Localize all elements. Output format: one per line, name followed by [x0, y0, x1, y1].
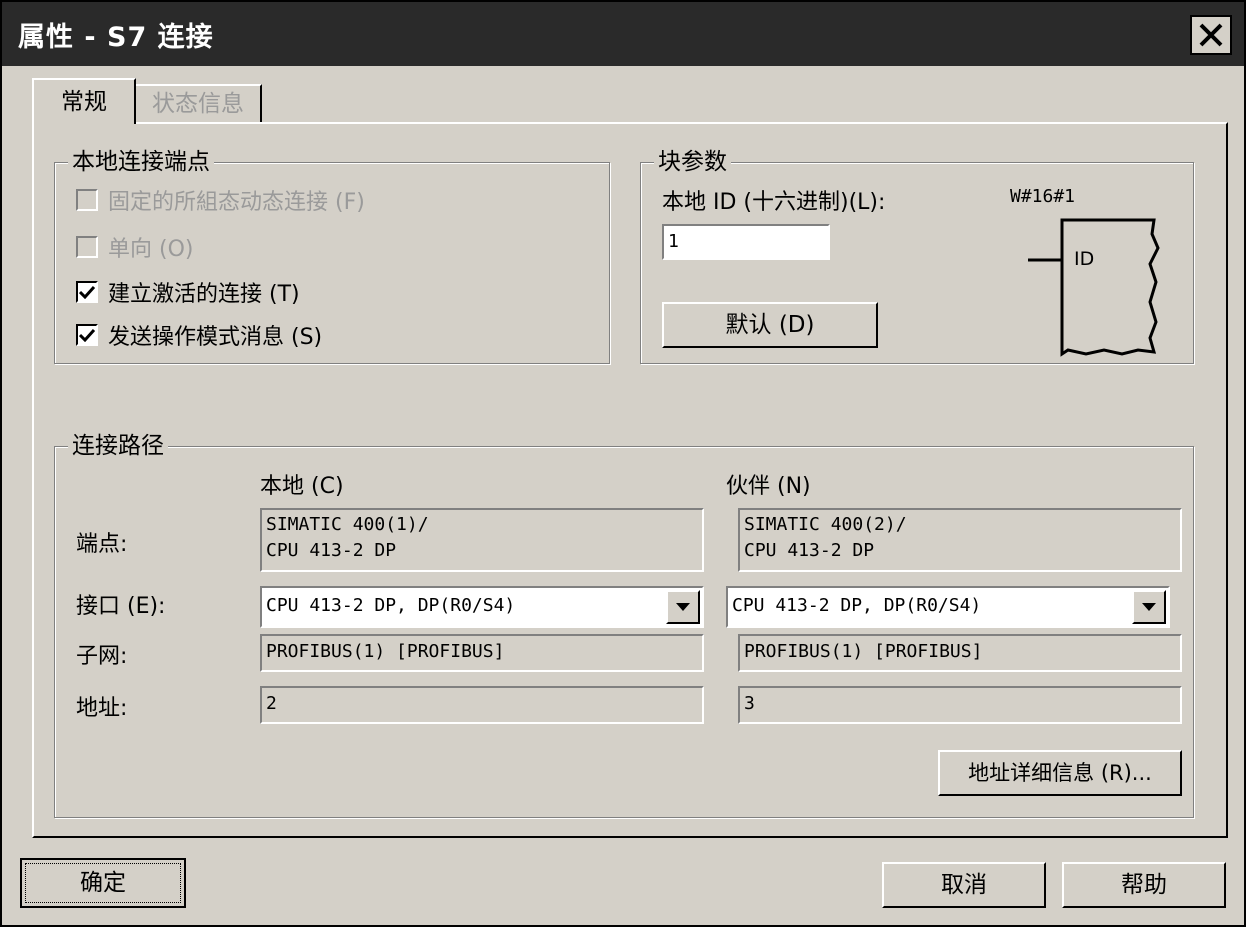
block-diagram	[1028, 218, 1160, 357]
send-operating-mode-checkbox[interactable]	[76, 324, 98, 346]
chevron-down-icon	[676, 602, 690, 611]
ok-button-label: 确定	[25, 863, 181, 903]
ok-button[interactable]: 确定	[20, 858, 186, 908]
local-endpoint-legend: 本地连接端点	[68, 148, 214, 176]
tab-general[interactable]: 常规	[32, 78, 136, 124]
id-format-label: W#16#1	[1010, 186, 1076, 207]
interface-row-label: 接口 (E):	[76, 594, 166, 619]
tab-status-info[interactable]: 状态信息	[136, 84, 262, 122]
active-connection-label: 建立激活的连接 (T)	[108, 282, 300, 307]
local-endpoint-line1: SIMATIC 400(1)/	[266, 514, 429, 535]
window-title: 属性 - S7 连接	[18, 22, 214, 53]
close-button[interactable]	[1190, 15, 1232, 55]
partner-interface-select[interactable]: CPU 413-2 DP, DP(R0/S4)	[726, 586, 1170, 628]
local-interface-dropdown-button[interactable]	[666, 590, 700, 624]
fixed-configured-connection-label: 固定的所組态动态连接 (F)	[108, 190, 365, 215]
local-endpoint-line2: CPU 413-2 DP	[266, 540, 397, 561]
one-way-checkbox[interactable]	[76, 236, 98, 258]
local-id-input[interactable]: 1	[662, 224, 830, 260]
local-subnet-field: PROFIBUS(1) [PROFIBUS]	[260, 634, 704, 672]
cancel-button[interactable]: 取消	[882, 862, 1046, 908]
one-way-option[interactable]: 单向 (O)	[76, 231, 193, 263]
checkmark-icon	[79, 328, 95, 342]
fixed-configured-connection-checkbox[interactable]	[76, 189, 98, 211]
partner-address-field: 3	[738, 686, 1182, 724]
connection-path-legend: 连接路径	[68, 432, 168, 460]
endpoint-row-label: 端点:	[76, 532, 128, 557]
one-way-label: 单向 (O)	[108, 237, 194, 262]
partner-endpoint-line1: SIMATIC 400(2)/	[744, 514, 907, 535]
send-operating-mode-option[interactable]: 发送操作模式消息 (S)	[76, 319, 322, 351]
partner-column-header: 伙伴 (N)	[726, 474, 811, 499]
chevron-down-icon	[1142, 602, 1156, 611]
close-icon	[1199, 23, 1223, 47]
local-interface-value: CPU 413-2 DP, DP(R0/S4)	[266, 595, 516, 616]
partner-endpoint-field: SIMATIC 400(2)/ CPU 413-2 DP	[738, 508, 1182, 572]
partner-interface-dropdown-button[interactable]	[1132, 590, 1166, 624]
local-endpoint-field: SIMATIC 400(1)/ CPU 413-2 DP	[260, 508, 704, 572]
diagram-id-label: ID	[1074, 248, 1095, 270]
local-id-label: 本地 ID (十六进制)(L):	[662, 190, 886, 215]
default-button[interactable]: 默认 (D)	[662, 302, 878, 348]
address-details-button[interactable]: 地址详细信息 (R)...	[938, 750, 1182, 796]
help-button[interactable]: 帮助	[1062, 862, 1226, 908]
subnet-row-label: 子网:	[76, 644, 128, 669]
active-connection-checkbox[interactable]	[76, 281, 98, 303]
partner-subnet-field: PROFIBUS(1) [PROFIBUS]	[738, 634, 1182, 672]
local-interface-select[interactable]: CPU 413-2 DP, DP(R0/S4)	[260, 586, 704, 628]
block-params-legend: 块参数	[654, 148, 731, 176]
checkmark-icon	[79, 285, 95, 299]
address-row-label: 地址:	[76, 696, 128, 721]
title-bar[interactable]: 属性 - S7 连接	[2, 2, 1244, 66]
properties-dialog: 属性 - S7 连接 常规 状态信息 本地连接端点 固定的所組态动态连接 (F)…	[0, 0, 1246, 927]
active-connection-option[interactable]: 建立激活的连接 (T)	[76, 276, 300, 308]
partner-endpoint-line2: CPU 413-2 DP	[744, 540, 875, 561]
send-operating-mode-label: 发送操作模式消息 (S)	[108, 325, 323, 350]
local-column-header: 本地 (C)	[260, 474, 344, 499]
local-address-field: 2	[260, 686, 704, 724]
fixed-configured-connection-option[interactable]: 固定的所組态动态连接 (F)	[76, 184, 365, 216]
partner-interface-value: CPU 413-2 DP, DP(R0/S4)	[732, 595, 982, 616]
